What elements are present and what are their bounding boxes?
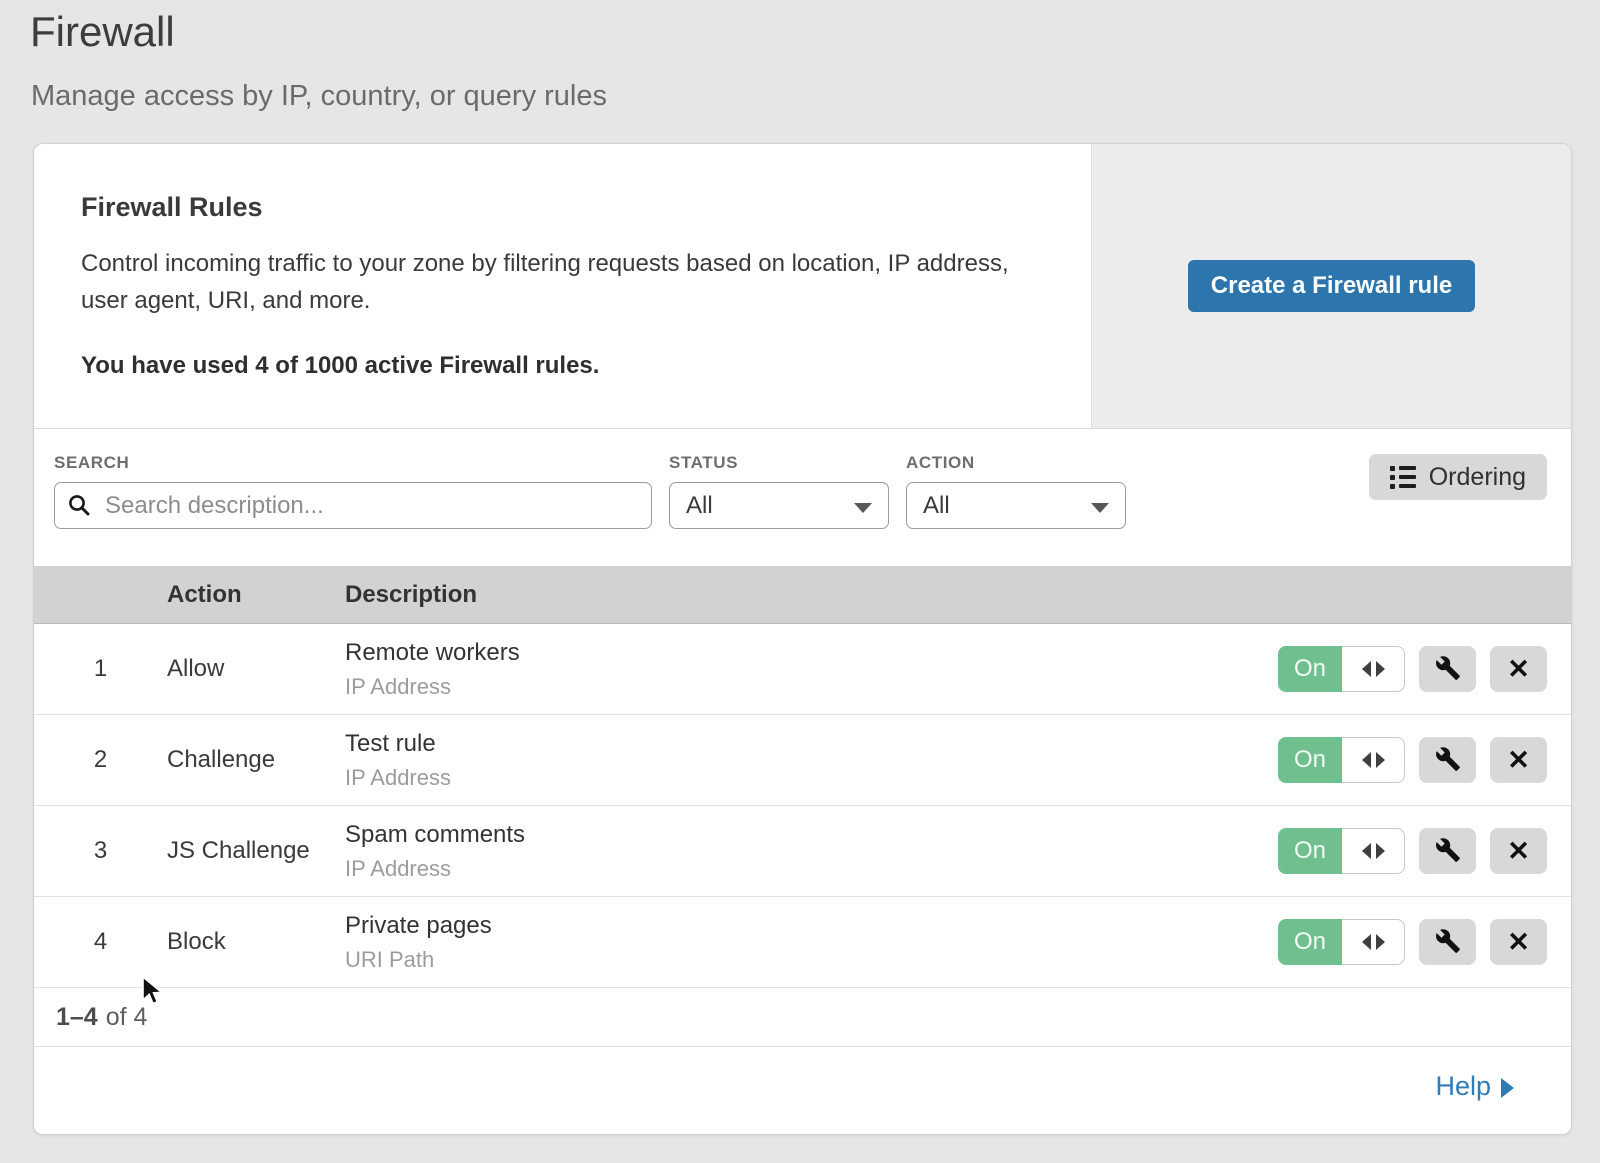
page-subtitle: Manage access by IP, country, or query r… (31, 80, 607, 113)
edit-rule-button[interactable] (1419, 737, 1476, 783)
status-select[interactable]: All (669, 482, 889, 529)
status-filter-group: STATUS All (669, 453, 889, 529)
rule-controls: On ✕ (1278, 919, 1571, 965)
close-icon: ✕ (1507, 747, 1530, 774)
rule-action: JS Challenge (167, 837, 345, 865)
chevron-down-icon (1091, 503, 1109, 513)
ordering-button-label: Ordering (1429, 463, 1526, 492)
rule-match-field: IP Address (345, 674, 1278, 700)
help-link-label: Help (1435, 1071, 1491, 1102)
rule-description-cell: Test rule IP Address (345, 730, 1278, 791)
drag-arrows-icon[interactable] (1342, 737, 1405, 783)
toggle-on-label: On (1278, 646, 1342, 692)
help-link[interactable]: Help (1435, 1071, 1514, 1102)
rule-match-field: URI Path (345, 947, 1278, 973)
edit-rule-button[interactable] (1419, 919, 1476, 965)
pagination: 1–4 of 4 (34, 988, 1571, 1046)
toggle-on-label: On (1278, 828, 1342, 874)
filter-bar: SEARCH STATUS All ACTION All (34, 429, 1571, 566)
toggle-on-label: On (1278, 919, 1342, 965)
wrench-icon (1435, 746, 1461, 775)
table-row: 2 Challenge Test rule IP Address On ✕ (34, 715, 1571, 806)
rule-enabled-toggle[interactable]: On (1278, 828, 1405, 874)
delete-rule-button[interactable]: ✕ (1490, 828, 1547, 874)
wrench-icon (1435, 837, 1461, 866)
table-row: 3 JS Challenge Spam comments IP Address … (34, 806, 1571, 897)
table-row: 1 Allow Remote workers IP Address On ✕ (34, 624, 1571, 715)
card-header: Firewall Rules Control incoming traffic … (34, 144, 1571, 429)
pagination-range: 1–4 (56, 1003, 98, 1032)
action-select[interactable]: All (906, 482, 1126, 529)
close-icon: ✕ (1507, 929, 1530, 956)
table-header: Action Description (34, 566, 1571, 624)
card-header-action-panel: Create a Firewall rule (1091, 144, 1571, 428)
edit-rule-button[interactable] (1419, 828, 1476, 874)
search-input[interactable] (55, 483, 651, 528)
rule-enabled-toggle[interactable]: On (1278, 737, 1405, 783)
rule-description-cell: Spam comments IP Address (345, 821, 1278, 882)
chevron-down-icon (854, 503, 872, 513)
action-column-header: Action (167, 581, 345, 609)
rule-description-cell: Remote workers IP Address (345, 639, 1278, 700)
delete-rule-button[interactable]: ✕ (1490, 737, 1547, 783)
toggle-on-label: On (1278, 737, 1342, 783)
rule-description-cell: Private pages URI Path (345, 912, 1278, 973)
edit-rule-button[interactable] (1419, 646, 1476, 692)
rules-usage-text: You have used 4 of 1000 active Firewall … (81, 352, 1031, 380)
wrench-icon (1435, 655, 1461, 684)
rule-priority: 3 (34, 837, 167, 865)
search-icon (68, 494, 90, 516)
create-firewall-rule-button[interactable]: Create a Firewall rule (1188, 260, 1475, 312)
rule-enabled-toggle[interactable]: On (1278, 919, 1405, 965)
page-title: Firewall (30, 8, 175, 56)
rule-controls: On ✕ (1278, 828, 1571, 874)
ordered-list-icon (1390, 466, 1416, 489)
rule-priority: 2 (34, 746, 167, 774)
drag-arrows-icon[interactable] (1342, 828, 1405, 874)
rule-action: Challenge (167, 746, 345, 774)
rule-description: Test rule (345, 730, 1278, 758)
action-selected-value: All (923, 492, 950, 520)
rule-priority: 1 (34, 655, 167, 683)
card-footer: Help (34, 1046, 1571, 1134)
rule-controls: On ✕ (1278, 646, 1571, 692)
close-icon: ✕ (1507, 838, 1530, 865)
status-selected-value: All (686, 492, 713, 520)
rule-action: Block (167, 928, 345, 956)
wrench-icon (1435, 928, 1461, 957)
action-label: ACTION (906, 453, 1126, 473)
rule-action: Allow (167, 655, 345, 683)
status-label: STATUS (669, 453, 889, 473)
help-arrow-icon (1501, 1078, 1514, 1098)
action-filter-group: ACTION All (906, 453, 1126, 529)
search-label: SEARCH (54, 453, 652, 473)
table-row: 4 Block Private pages URI Path On ✕ (34, 897, 1571, 988)
cursor-pointer (141, 976, 169, 1013)
rule-description: Remote workers (345, 639, 1278, 667)
rule-description: Spam comments (345, 821, 1278, 849)
card-description: Control incoming traffic to your zone by… (81, 245, 1031, 319)
drag-arrows-icon[interactable] (1342, 919, 1405, 965)
description-column-header: Description (345, 581, 1571, 609)
rule-enabled-toggle[interactable]: On (1278, 646, 1405, 692)
rule-priority: 4 (34, 928, 167, 956)
rule-match-field: IP Address (345, 856, 1278, 882)
rule-description: Private pages (345, 912, 1278, 940)
close-icon: ✕ (1507, 656, 1530, 683)
firewall-rules-card: Firewall Rules Control incoming traffic … (33, 143, 1572, 1135)
card-heading: Firewall Rules (81, 192, 1031, 223)
delete-rule-button[interactable]: ✕ (1490, 919, 1547, 965)
card-header-text: Firewall Rules Control incoming traffic … (34, 144, 1091, 428)
search-filter-group: SEARCH (54, 453, 652, 529)
rule-controls: On ✕ (1278, 737, 1571, 783)
delete-rule-button[interactable]: ✕ (1490, 646, 1547, 692)
search-box (54, 482, 652, 529)
drag-arrows-icon[interactable] (1342, 646, 1405, 692)
rule-match-field: IP Address (345, 765, 1278, 791)
ordering-button[interactable]: Ordering (1369, 454, 1547, 500)
